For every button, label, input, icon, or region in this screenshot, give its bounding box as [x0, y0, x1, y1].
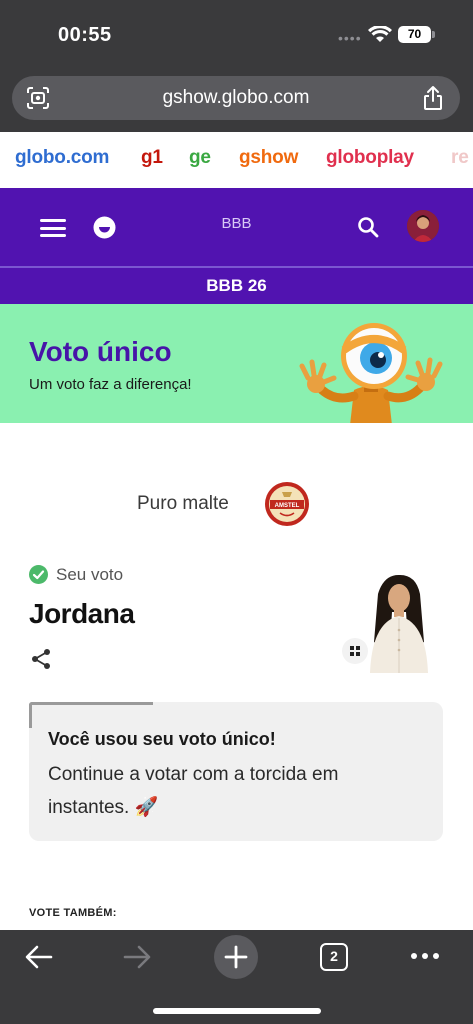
card-accent-side — [29, 702, 32, 728]
nav-link-ge[interactable]: ge — [189, 147, 211, 169]
banner-title: Voto único — [29, 336, 172, 367]
status-time: 00:55 — [58, 24, 112, 46]
nav-link-globoplay[interactable]: globoplay — [326, 147, 414, 169]
bbb-eye-mascot-icon — [299, 323, 443, 423]
header-title[interactable]: BBB — [0, 215, 473, 232]
nav-link-more[interactable]: re — [451, 147, 469, 169]
vote-status-label: Seu voto — [56, 565, 124, 584]
wifi-icon — [368, 26, 392, 42]
url-text: gshow.globo.com — [162, 87, 310, 108]
share-icon[interactable] — [31, 648, 51, 670]
message-body: Continue a votar com a torcida em instan… — [48, 764, 339, 818]
back-arrow-icon[interactable] — [24, 944, 54, 970]
card-accent — [29, 702, 153, 705]
amstel-logo-icon[interactable]: AMSTEL — [264, 481, 310, 527]
vote-banner: Voto único Um voto faz a diferença! — [0, 304, 473, 423]
tabs-button[interactable]: 2 — [320, 943, 348, 971]
address-bar[interactable]: gshow.globo.com — [12, 76, 460, 120]
candidate-name: Jordana — [29, 598, 135, 629]
status-bar: 00:55 •••• 70 — [0, 0, 473, 70]
signal-icon: •••• — [338, 30, 362, 46]
more-options-icon[interactable] — [410, 952, 440, 960]
vote-also-heading: VOTE TAMBÉM: — [29, 907, 117, 919]
nav-link-globo[interactable]: globo.com — [15, 147, 109, 169]
battery-cap — [432, 31, 435, 38]
share-icon[interactable] — [422, 85, 444, 111]
message-title: Você usou seu voto único! — [48, 729, 276, 749]
forward-arrow-icon[interactable] — [122, 944, 152, 970]
banner-subtitle: Um voto faz a diferença! — [29, 376, 192, 393]
nav-link-gshow[interactable]: gshow — [239, 147, 298, 169]
expand-photo-button[interactable] — [342, 638, 368, 664]
svg-text:AMSTEL: AMSTEL — [275, 503, 300, 509]
browser-toolbar-top: gshow.globo.com — [0, 70, 473, 132]
check-circle-icon — [29, 565, 48, 584]
grid-icon — [350, 646, 360, 656]
battery-indicator: 70 — [398, 26, 431, 43]
nav-link-g1[interactable]: g1 — [141, 147, 163, 169]
sponsor-label: Puro malte — [137, 493, 229, 514]
new-tab-button[interactable] — [214, 935, 258, 979]
search-icon[interactable] — [356, 215, 380, 239]
section-title[interactable]: BBB 26 — [0, 266, 473, 304]
globo-portal-nav: globo.com g1 ge gshow globoplay re — [0, 132, 473, 188]
site-header: BBB — [0, 188, 473, 266]
home-indicator[interactable] — [153, 1008, 321, 1014]
user-avatar[interactable] — [407, 210, 439, 242]
